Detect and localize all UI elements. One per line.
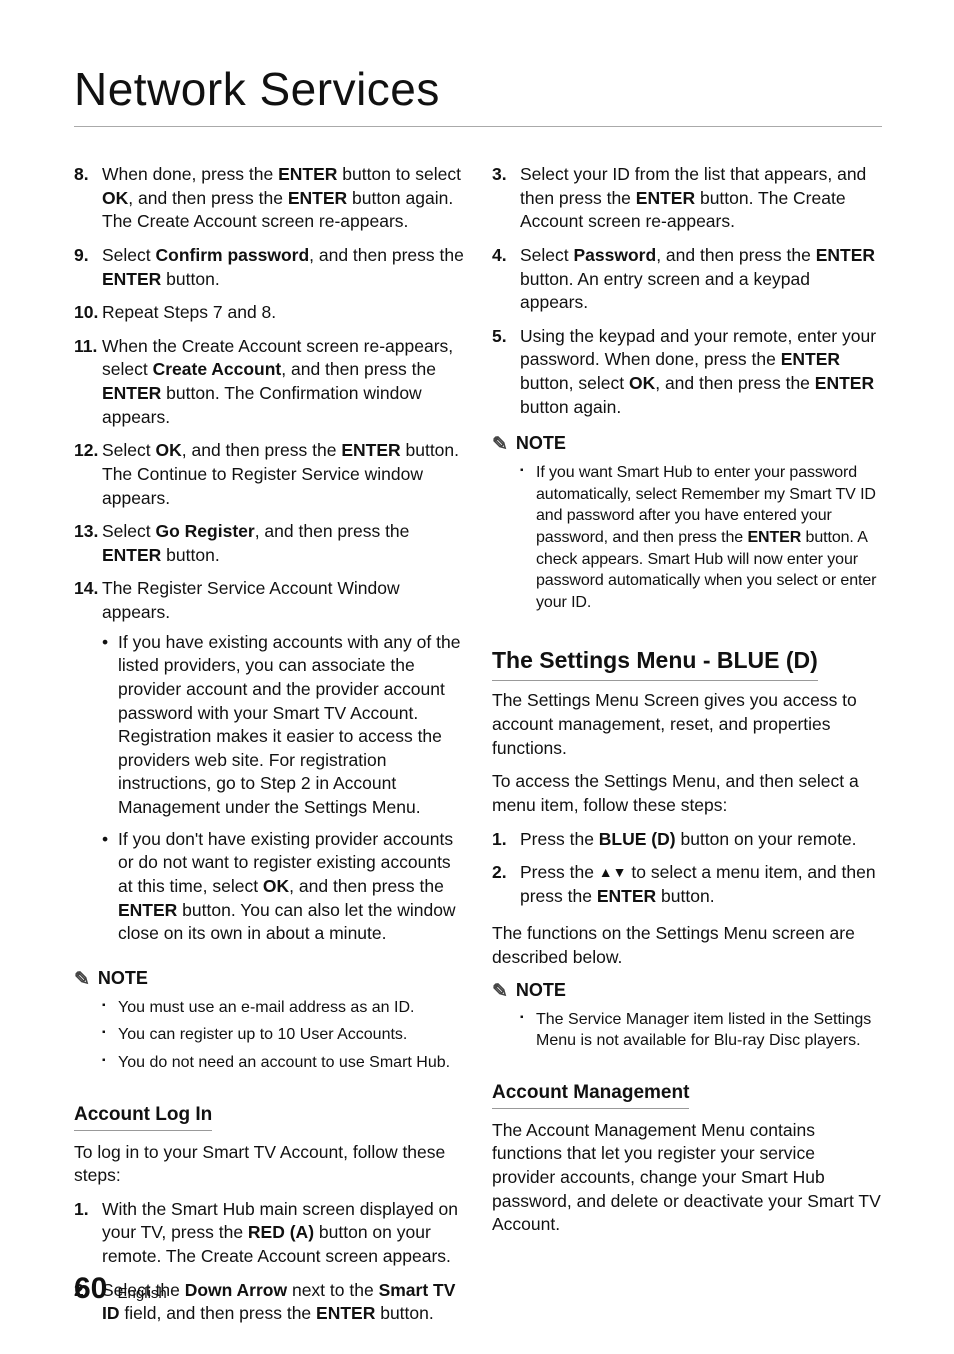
item-text: Select Confirm password, and then press …: [102, 244, 464, 291]
list-item: 11. When the Create Account screen re-ap…: [74, 335, 464, 430]
item-text: Press the BLUE (D) button on your remote…: [520, 828, 882, 852]
list-item: 9. Select Confirm password, and then pre…: [74, 244, 464, 291]
subheading-account-management: Account Management: [492, 1082, 689, 1109]
item-text: Select Password, and then press the ENTE…: [520, 244, 882, 315]
item-number: 4.: [492, 244, 520, 315]
page-title: Network Services: [74, 62, 882, 127]
bullet-item: If you don't have existing provider acco…: [102, 828, 464, 946]
left-column: 8. When done, press the ENTER button to …: [74, 163, 464, 1340]
paragraph: The functions on the Settings Menu scree…: [492, 922, 882, 969]
note-item: You must use an e-mail address as an ID.: [102, 997, 464, 1019]
list-item: 4. Select Password, and then press the E…: [492, 244, 882, 315]
sub-bullets: If you have existing accounts with any o…: [102, 631, 464, 946]
item-number: 14.: [74, 577, 102, 953]
content-columns: 8. When done, press the ENTER button to …: [74, 163, 882, 1340]
paragraph: To log in to your Smart TV Account, foll…: [74, 1141, 464, 1188]
note-item: If you want Smart Hub to enter your pass…: [520, 462, 882, 613]
pencil-icon: ✎: [492, 435, 508, 454]
page: Network Services 8. When done, press the…: [0, 0, 954, 1354]
pencil-icon: ✎: [74, 970, 90, 989]
footer-language: English: [118, 1285, 167, 1302]
paragraph: To access the Settings Menu, and then se…: [492, 770, 882, 817]
list-item: 10. Repeat Steps 7 and 8.: [74, 301, 464, 325]
item-text: Select your ID from the list that appear…: [520, 163, 882, 234]
item-text: Select OK, and then press the ENTER butt…: [102, 439, 464, 510]
right-ordered-list: 3. Select your ID from the list that app…: [492, 163, 882, 419]
list-item: 14. The Register Service Account Window …: [74, 577, 464, 953]
login-steps: 1. With the Smart Hub main screen displa…: [74, 1198, 464, 1326]
note-item: You can register up to 10 User Accounts.: [102, 1024, 464, 1046]
note-block: ✎ NOTE You must use an e-mail address as…: [74, 968, 464, 1074]
list-item: 2. Press the ▲▼ to select a menu item, a…: [492, 861, 882, 908]
item-number: 12.: [74, 439, 102, 510]
note-list: If you want Smart Hub to enter your pass…: [492, 462, 882, 613]
page-number: 60: [74, 1272, 107, 1305]
item-text: With the Smart Hub main screen displayed…: [102, 1198, 464, 1269]
settings-steps: 1. Press the BLUE (D) button on your rem…: [492, 828, 882, 909]
up-down-arrow-icon: ▲▼: [599, 864, 627, 880]
note-label: NOTE: [98, 968, 148, 989]
subsection: Account Log In: [74, 1090, 464, 1141]
note-item: You do not need an account to use Smart …: [102, 1052, 464, 1074]
note-block: ✎ NOTE The Service Manager item listed i…: [492, 980, 882, 1052]
subsection: Account Management: [492, 1068, 882, 1119]
item-number: 3.: [492, 163, 520, 234]
item-text: When the Create Account screen re-appear…: [102, 335, 464, 430]
note-block: ✎ NOTE If you want Smart Hub to enter yo…: [492, 433, 882, 613]
list-item: 13. Select Go Register, and then press t…: [74, 520, 464, 567]
page-footer: 60 English: [74, 1272, 167, 1306]
item-number: 8.: [74, 163, 102, 234]
note-label: NOTE: [516, 433, 566, 454]
item-text: Select Go Register, and then press the E…: [102, 520, 464, 567]
list-item: 1. Press the BLUE (D) button on your rem…: [492, 828, 882, 852]
item-text: Using the keypad and your remote, enter …: [520, 325, 882, 420]
item-number: 10.: [74, 301, 102, 325]
paragraph: The Settings Menu Screen gives you acces…: [492, 689, 882, 760]
note-label: NOTE: [516, 980, 566, 1001]
list-item: 5. Using the keypad and your remote, ent…: [492, 325, 882, 420]
heading-settings-menu: The Settings Menu - BLUE (D): [492, 647, 818, 681]
pencil-icon: ✎: [492, 982, 508, 1001]
item-number: 11.: [74, 335, 102, 430]
right-column: 3. Select your ID from the list that app…: [492, 163, 882, 1340]
item-text: The Register Service Account Window appe…: [102, 577, 464, 953]
note-list: The Service Manager item listed in the S…: [492, 1009, 882, 1052]
item-number: 13.: [74, 520, 102, 567]
item-number: 9.: [74, 244, 102, 291]
item-text: Repeat Steps 7 and 8.: [102, 301, 464, 325]
list-item: 12. Select OK, and then press the ENTER …: [74, 439, 464, 510]
item-number: 2.: [492, 861, 520, 908]
bullet-item: If you have existing accounts with any o…: [102, 631, 464, 820]
item-number: 1.: [492, 828, 520, 852]
item-text: When done, press the ENTER button to sel…: [102, 163, 464, 234]
section: The Settings Menu - BLUE (D): [492, 629, 882, 689]
note-list: You must use an e-mail address as an ID.…: [74, 997, 464, 1074]
subheading-account-login: Account Log In: [74, 1104, 212, 1131]
list-item: 3. Select your ID from the list that app…: [492, 163, 882, 234]
list-item: 1. With the Smart Hub main screen displa…: [74, 1198, 464, 1269]
paragraph: The Account Management Menu contains fun…: [492, 1119, 882, 1237]
item-number: 5.: [492, 325, 520, 420]
item-text: Press the ▲▼ to select a menu item, and …: [520, 861, 882, 908]
note-item: The Service Manager item listed in the S…: [520, 1009, 882, 1052]
list-item: 8. When done, press the ENTER button to …: [74, 163, 464, 234]
note-header: ✎ NOTE: [492, 980, 882, 1001]
left-ordered-list: 8. When done, press the ENTER button to …: [74, 163, 464, 954]
note-header: ✎ NOTE: [492, 433, 882, 454]
item-number: 1.: [74, 1198, 102, 1269]
note-header: ✎ NOTE: [74, 968, 464, 989]
